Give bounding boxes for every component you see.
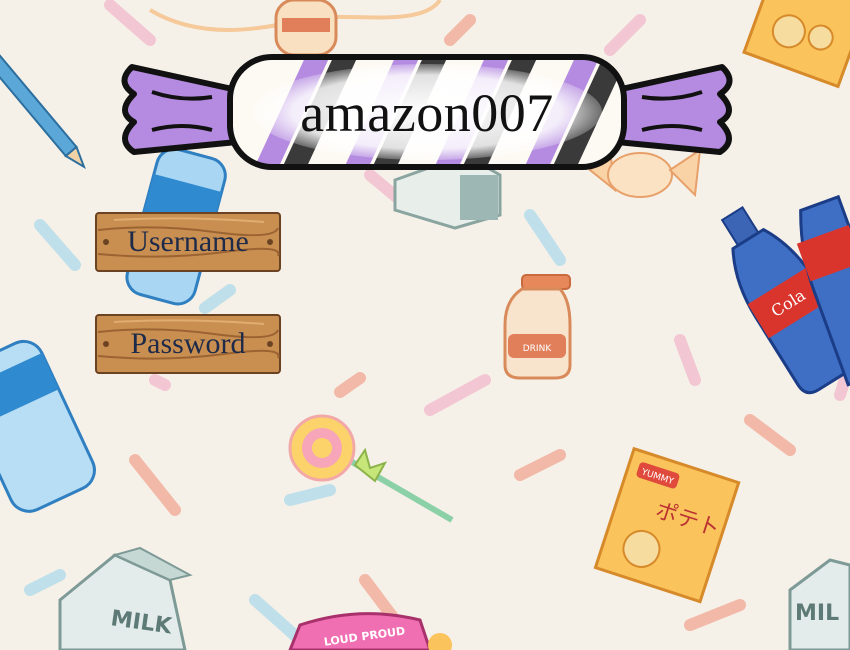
username-field[interactable]: Username: [94, 210, 282, 274]
password-label: Password: [130, 327, 246, 360]
svg-text:DRINK: DRINK: [523, 344, 553, 354]
password-field[interactable]: Password: [94, 312, 282, 376]
page-title: amazon007: [300, 83, 554, 143]
username-label: Username: [127, 225, 249, 258]
svg-text:MIL: MIL: [795, 601, 839, 626]
